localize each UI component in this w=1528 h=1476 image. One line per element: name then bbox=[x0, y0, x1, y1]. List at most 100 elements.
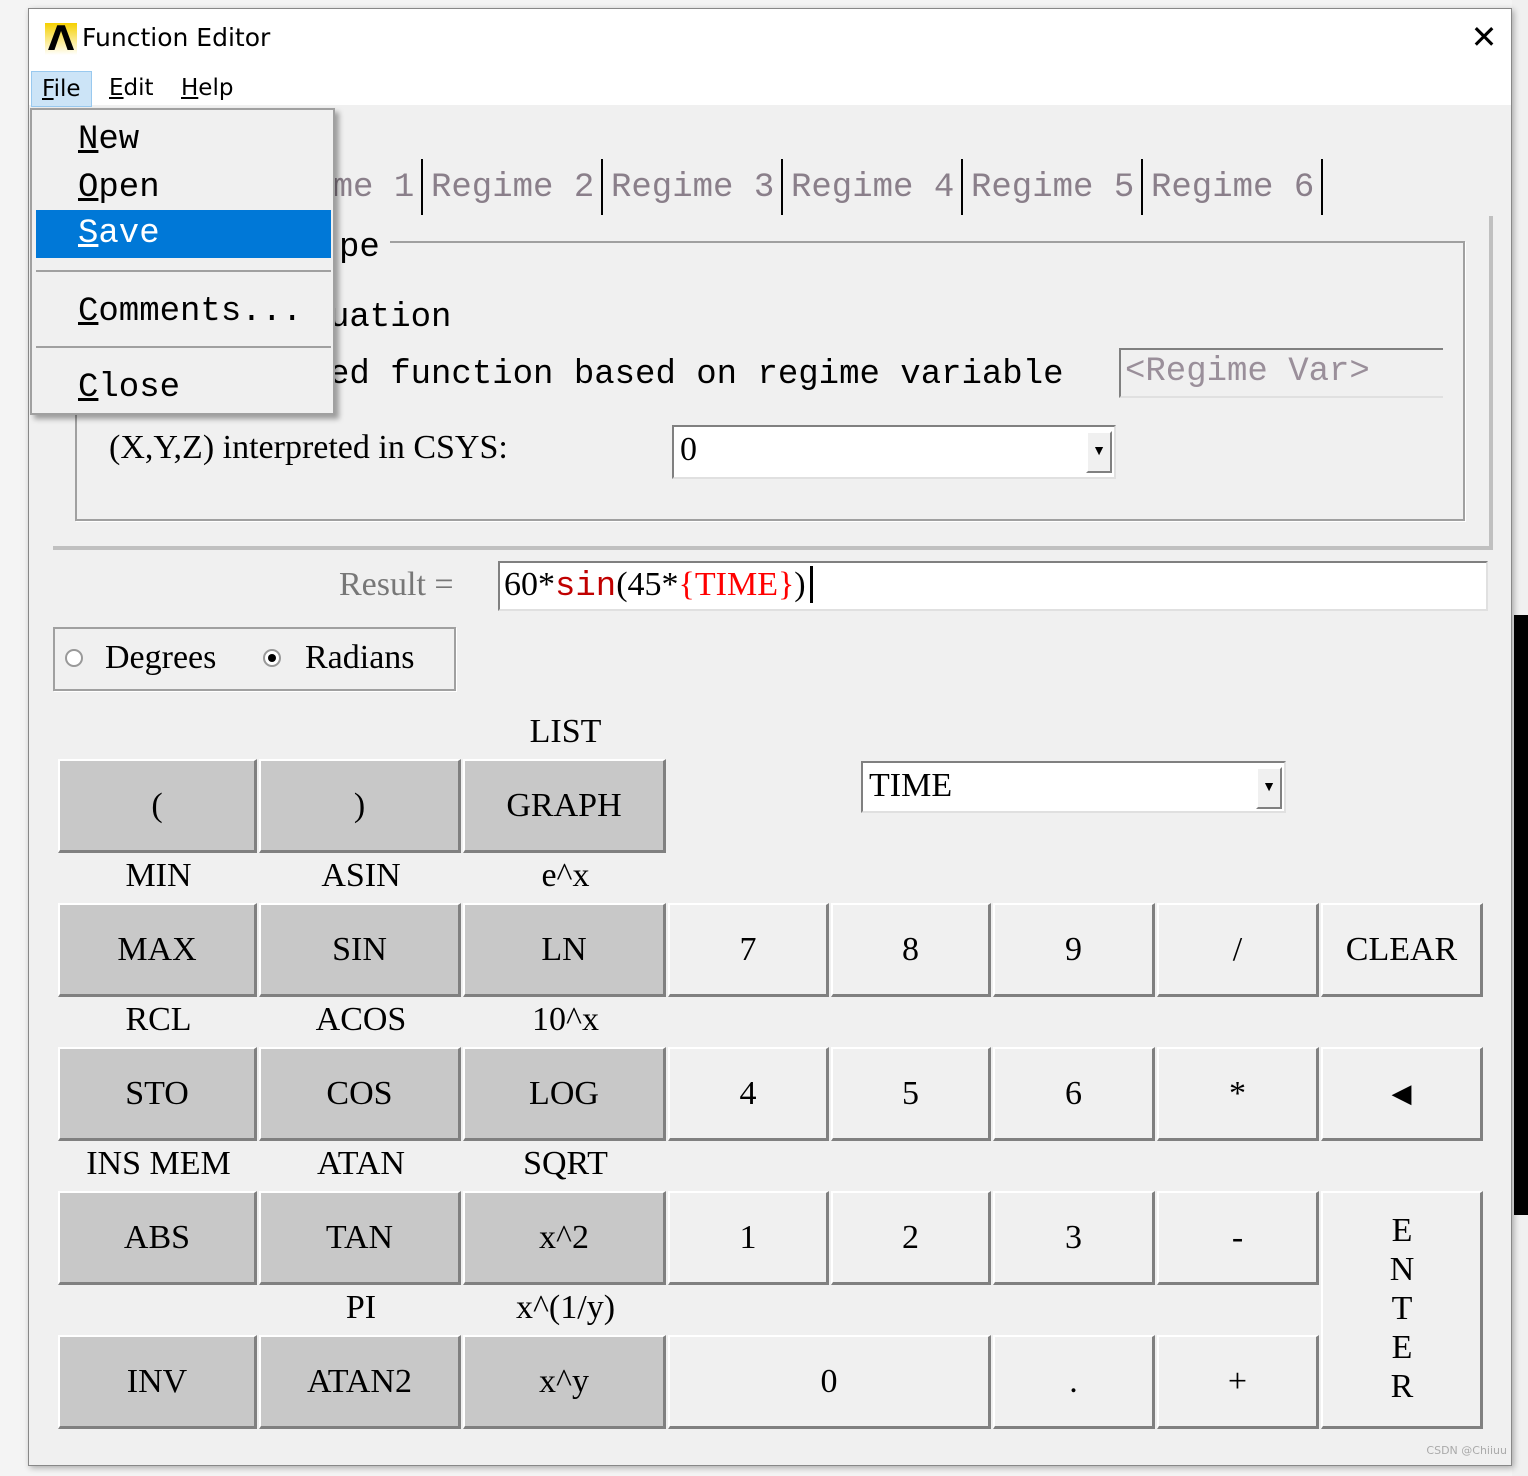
tab-regime-2[interactable]: Regime 2 bbox=[423, 159, 603, 215]
shift-label-e-pow-x: e^x bbox=[541, 857, 590, 894]
expr-part: (45* bbox=[616, 566, 679, 603]
tab-regime-5[interactable]: Regime 5 bbox=[963, 159, 1143, 215]
chevron-down-icon[interactable]: ▼ bbox=[1086, 431, 1112, 473]
expr-part: 60* bbox=[504, 566, 555, 603]
menu-help[interactable]: Help bbox=[171, 71, 243, 107]
4-key[interactable]: 4 bbox=[668, 1047, 829, 1141]
abs-key[interactable]: ABS bbox=[58, 1191, 257, 1285]
tab-regime-6[interactable]: Regime 6 bbox=[1143, 159, 1323, 215]
radians-radio[interactable] bbox=[263, 649, 281, 667]
mnemonic: O bbox=[78, 169, 99, 207]
ln-key[interactable]: LN bbox=[463, 903, 666, 997]
inv-key[interactable]: INV bbox=[58, 1335, 257, 1429]
menu-item-label: ave bbox=[98, 215, 160, 253]
5-key[interactable]: 5 bbox=[831, 1047, 991, 1141]
menu-item-close[interactable]: Close bbox=[36, 364, 331, 412]
3-key[interactable]: 3 bbox=[993, 1191, 1155, 1285]
chevron-down-icon[interactable]: ▼ bbox=[1256, 767, 1282, 809]
menu-label: Help bbox=[181, 75, 234, 101]
log-key[interactable]: LOG bbox=[463, 1047, 666, 1141]
result-input[interactable]: 60*sin(45*{TIME}) bbox=[498, 561, 1488, 611]
shift-label-rcl: RCL bbox=[125, 1001, 192, 1038]
group-label: pe bbox=[329, 229, 390, 267]
multiply-key[interactable]: * bbox=[1157, 1047, 1319, 1141]
sin-key[interactable]: SIN bbox=[259, 903, 461, 997]
radians-label[interactable]: Radians bbox=[305, 639, 415, 677]
tab-regime-4[interactable]: Regime 4 bbox=[783, 159, 963, 215]
regime-var-input[interactable]: <Regime Var> bbox=[1119, 348, 1443, 398]
csys-dropdown[interactable]: 0 ▼ bbox=[672, 425, 1116, 479]
menu-item-save[interactable]: Save bbox=[36, 210, 331, 258]
file-dropdown-menu: New Open Save Comments... Close bbox=[30, 108, 335, 415]
graph-key[interactable]: GRAPH bbox=[463, 759, 666, 853]
menu-item-comments[interactable]: Comments... bbox=[36, 288, 331, 336]
expr-part: {TIME} bbox=[678, 566, 795, 603]
menu-separator bbox=[36, 270, 331, 272]
x-y-key[interactable]: x^y bbox=[463, 1335, 666, 1429]
watermark: CSDN @Chiiuu bbox=[1426, 1444, 1507, 1457]
1-key[interactable]: 1 bbox=[668, 1191, 829, 1285]
enter-key[interactable]: ENTER bbox=[1321, 1191, 1483, 1429]
enter-key-label: ENTER bbox=[1383, 1212, 1421, 1407]
menu-item-label: lose bbox=[98, 369, 181, 407]
degrees-radio[interactable] bbox=[65, 649, 83, 667]
shift-label-ten-pow-x: 10^x bbox=[532, 1001, 599, 1038]
menu-item-label: pen bbox=[98, 169, 160, 207]
clear-key[interactable]: CLEAR bbox=[1321, 903, 1483, 997]
backspace-key[interactable]: ◀ bbox=[1321, 1047, 1483, 1141]
window-title: Function Editor bbox=[82, 23, 271, 52]
max-key[interactable]: MAX bbox=[58, 903, 257, 997]
8-key[interactable]: 8 bbox=[831, 903, 991, 997]
single-equation-option[interactable]: uation bbox=[329, 299, 451, 337]
backspace-arrow-icon: ◀ bbox=[1391, 1078, 1412, 1108]
mnemonic: C bbox=[78, 369, 99, 407]
menu-item-label: omments... bbox=[98, 293, 303, 331]
6-key[interactable]: 6 bbox=[993, 1047, 1155, 1141]
mnemonic: N bbox=[78, 121, 99, 159]
variable-value: TIME bbox=[869, 767, 953, 804]
atan2-key[interactable]: ATAN2 bbox=[259, 1335, 461, 1429]
menu-item-open[interactable]: Open bbox=[36, 164, 331, 212]
text-cursor bbox=[809, 566, 822, 603]
menu-label: Edit bbox=[109, 75, 154, 101]
menu-label: File bbox=[42, 76, 81, 102]
2-key[interactable]: 2 bbox=[831, 1191, 991, 1285]
0-key[interactable]: 0 bbox=[668, 1335, 991, 1429]
shift-label-asin: ASIN bbox=[321, 857, 401, 894]
cos-key[interactable]: COS bbox=[259, 1047, 461, 1141]
menu-file[interactable]: File bbox=[31, 71, 92, 107]
divide-key[interactable]: / bbox=[1157, 903, 1319, 997]
ansys-logo-icon: Λ bbox=[45, 22, 77, 56]
open-paren-key[interactable]: ( bbox=[58, 759, 257, 853]
background-window-dark bbox=[1514, 615, 1528, 1215]
x-2-key[interactable]: x^2 bbox=[463, 1191, 666, 1285]
tab-panel-edge bbox=[1489, 216, 1493, 550]
csys-label: (X,Y,Z) interpreted in CSYS: bbox=[109, 429, 508, 466]
result-label: Result = bbox=[339, 566, 454, 603]
shift-label-x-root-y: x^(1/y) bbox=[515, 1289, 616, 1326]
tab-panel-bottom bbox=[53, 546, 1493, 550]
7-key[interactable]: 7 bbox=[668, 903, 829, 997]
sto-key[interactable]: STO bbox=[58, 1047, 257, 1141]
shift-label-atan: ATAN bbox=[317, 1145, 405, 1182]
csys-value: 0 bbox=[680, 431, 697, 468]
shift-label-pi: PI bbox=[345, 1289, 377, 1326]
shift-label-ins-mem: INS MEM bbox=[86, 1145, 231, 1182]
minus-key[interactable]: - bbox=[1157, 1191, 1319, 1285]
decimal-point-key[interactable]: . bbox=[993, 1335, 1155, 1429]
tab-regime-3[interactable]: Regime 3 bbox=[603, 159, 783, 215]
close-icon[interactable]: ✕ bbox=[1464, 17, 1504, 57]
degrees-label[interactable]: Degrees bbox=[105, 639, 216, 677]
expr-part: sin bbox=[555, 568, 617, 606]
close-paren-key[interactable]: ) bbox=[259, 759, 461, 853]
variable-dropdown[interactable]: TIME ▼ bbox=[861, 761, 1286, 813]
shift-label-acos: ACOS bbox=[315, 1001, 407, 1038]
piecewise-function-option[interactable]: ed function based on regime variable bbox=[329, 356, 1064, 394]
shift-label-min: MIN bbox=[125, 857, 192, 894]
plus-key[interactable]: + bbox=[1157, 1335, 1319, 1429]
tan-key[interactable]: TAN bbox=[259, 1191, 461, 1285]
mnemonic: C bbox=[78, 293, 99, 331]
menu-item-new[interactable]: New bbox=[36, 116, 331, 164]
9-key[interactable]: 9 bbox=[993, 903, 1155, 997]
menu-edit[interactable]: Edit bbox=[99, 71, 164, 107]
